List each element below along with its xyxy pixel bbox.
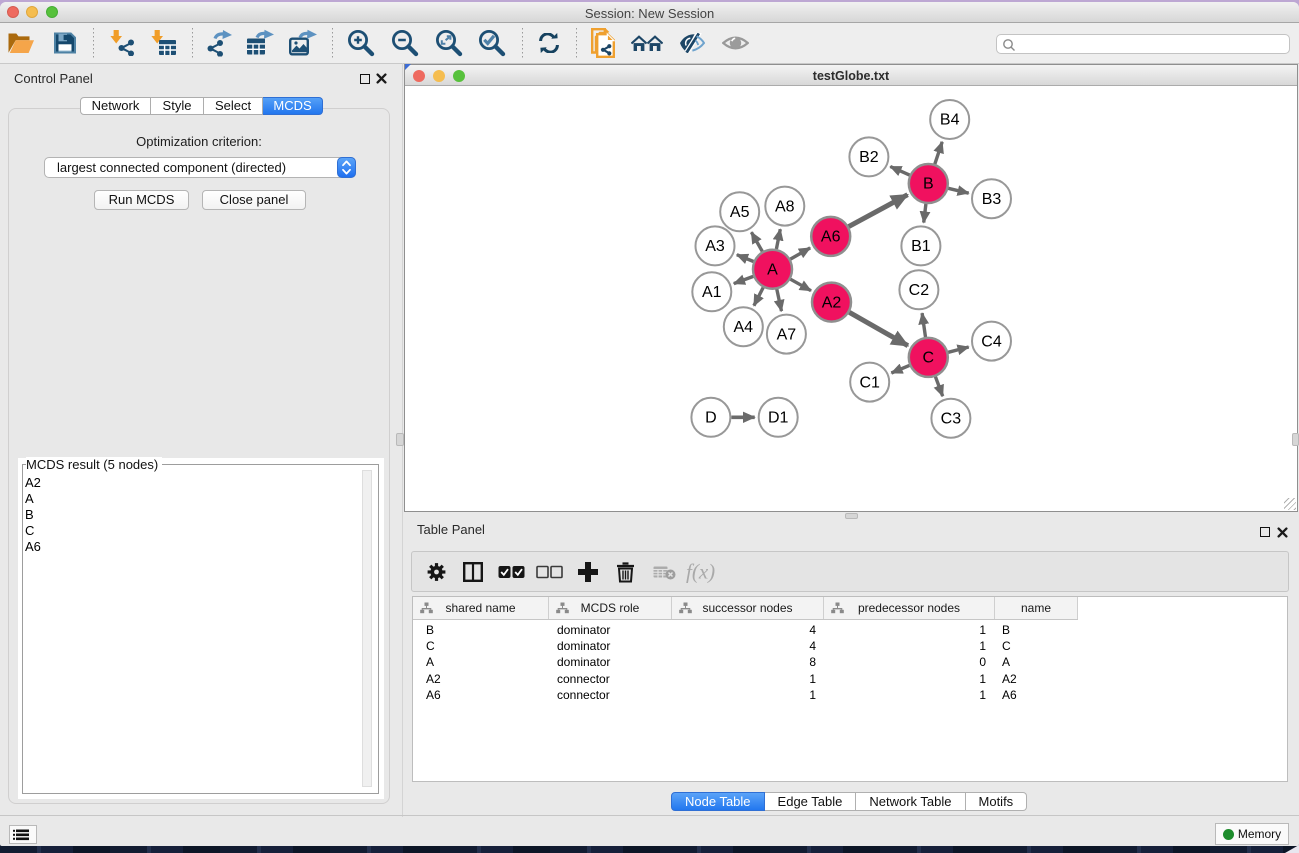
svg-text:A7: A7 — [777, 326, 797, 343]
svg-text:B4: B4 — [940, 112, 960, 129]
svg-text:A4: A4 — [734, 319, 754, 336]
svg-text:C3: C3 — [941, 410, 962, 427]
svg-text:A: A — [767, 261, 778, 278]
svg-text:B1: B1 — [911, 238, 931, 255]
svg-text:A5: A5 — [730, 204, 750, 221]
svg-text:B: B — [923, 176, 934, 193]
svg-text:C2: C2 — [909, 282, 930, 299]
svg-text:A3: A3 — [705, 238, 725, 255]
svg-text:A6: A6 — [821, 229, 841, 246]
svg-text:D: D — [705, 410, 717, 427]
svg-text:C1: C1 — [859, 374, 880, 391]
svg-text:A1: A1 — [702, 284, 722, 301]
svg-text:C: C — [923, 350, 935, 367]
svg-text:f(x): f(x) — [686, 560, 715, 584]
svg-text:B2: B2 — [859, 149, 879, 166]
svg-text:A2: A2 — [822, 294, 842, 311]
svg-text:A8: A8 — [775, 198, 795, 215]
svg-text:C4: C4 — [981, 333, 1002, 350]
svg-text:B3: B3 — [982, 191, 1002, 208]
svg-text:D1: D1 — [768, 410, 789, 427]
